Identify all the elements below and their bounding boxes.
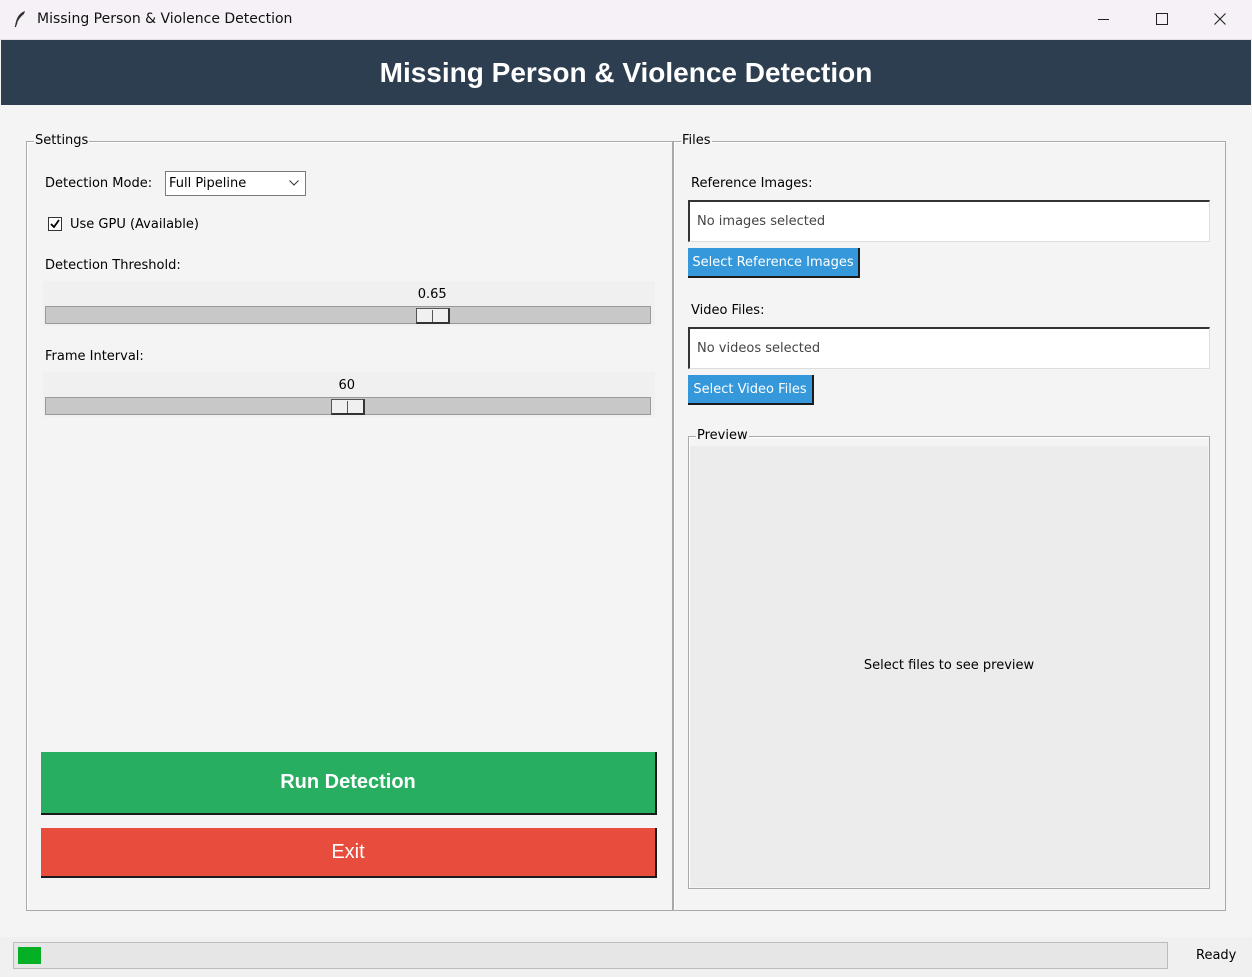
exit-button[interactable]: Exit [41,828,657,878]
minimize-icon [1098,19,1109,20]
files-frame-title: Files [681,133,712,148]
checkmark-icon [50,219,60,229]
window-title: Missing Person & Violence Detection [37,11,293,27]
close-icon [1214,13,1226,25]
reference-images-value: No images selected [697,214,826,229]
chevron-down-icon [289,180,299,186]
select-video-files-button[interactable]: Select Video Files [688,375,814,405]
feather-icon [14,11,25,28]
frame-interval-value: 60 [338,378,356,393]
select-reference-images-button[interactable]: Select Reference Images [688,248,860,278]
window-titlebar: Missing Person & Violence Detection [0,0,1252,40]
progress-bar [13,942,1168,969]
use-gpu-checkbox[interactable] [48,217,62,231]
slider-trough[interactable] [45,306,651,324]
frame-interval-label: Frame Interval: [45,349,144,364]
slider-thumb[interactable] [331,399,365,415]
video-files-label: Video Files: [691,303,765,318]
detection-mode-label: Detection Mode: [45,176,153,191]
maximize-button[interactable] [1134,0,1192,39]
detection-threshold-slider[interactable]: 0.65 [43,281,655,326]
settings-frame-title: Settings [34,133,90,148]
preview-placeholder-text: Select files to see preview [863,658,1035,673]
detection-mode-value: Full Pipeline [169,176,247,191]
detection-mode-combobox[interactable]: Full Pipeline [165,171,306,196]
preview-area: Select files to see preview [690,446,1208,887]
close-button[interactable] [1192,0,1250,39]
progress-fill [18,947,41,964]
maximize-icon [1156,13,1168,25]
use-gpu-label[interactable]: Use GPU (Available) [70,217,199,232]
minimize-button[interactable] [1076,0,1134,39]
reference-images-field[interactable]: No images selected [688,200,1210,242]
video-files-value: No videos selected [697,341,821,356]
reference-images-label: Reference Images: [691,176,813,191]
status-text: Ready [1196,948,1237,963]
app-header: Missing Person & Violence Detection [1,40,1251,105]
video-files-field[interactable]: No videos selected [688,327,1210,369]
detection-threshold-label: Detection Threshold: [45,258,181,273]
frame-interval-slider[interactable]: 60 [43,372,655,417]
preview-frame-title: Preview [696,428,749,443]
run-detection-button[interactable]: Run Detection [41,752,657,815]
detection-threshold-value: 0.65 [417,287,447,302]
slider-thumb[interactable] [416,308,451,324]
slider-trough[interactable] [45,397,651,415]
